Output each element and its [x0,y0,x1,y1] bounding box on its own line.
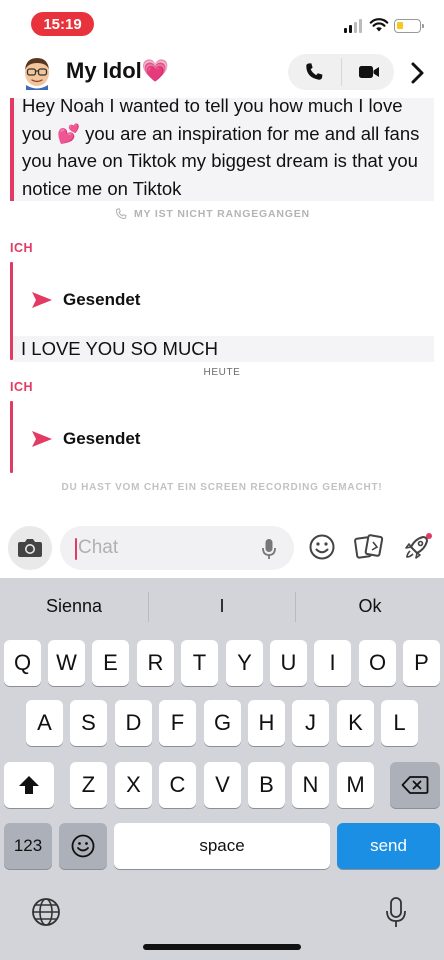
key-j[interactable]: J [292,700,329,746]
sender-label: ICH [10,380,34,394]
key-o[interactable]: O [359,640,396,686]
video-icon[interactable] [354,60,384,84]
key-i[interactable]: I [314,640,351,686]
key-e[interactable]: E [92,640,129,686]
wifi-icon [369,18,389,32]
send-key[interactable]: send [337,823,440,869]
key-w[interactable]: W [48,640,85,686]
key-q[interactable]: Q [4,640,41,686]
status-bar: 15:19 [0,0,444,48]
backspace-icon [401,776,429,794]
chevron-right-icon[interactable] [407,60,427,86]
sent-status[interactable]: Gesendet [31,427,140,451]
message-text: Hey Noah I wanted to tell you how much I… [22,95,420,199]
emoji-keyboard-icon [71,834,95,858]
space-key[interactable]: space [114,823,330,869]
key-p[interactable]: P [403,640,440,686]
key-z[interactable]: Z [70,762,107,808]
suggestion-1[interactable]: Sienna [0,578,148,634]
key-v[interactable]: V [204,762,241,808]
key-f[interactable]: F [159,700,196,746]
key-k[interactable]: K [337,700,374,746]
shift-key[interactable] [4,762,54,808]
key-m[interactable]: M [337,762,374,808]
text-cursor [75,538,77,560]
missed-call-notice[interactable]: MY IST NICHT RANGEGANGEN [114,206,310,222]
key-r[interactable]: R [137,640,174,686]
sender-label: ICH [10,241,34,255]
shift-icon [19,776,39,794]
camera-icon [18,539,42,557]
key-h[interactable]: H [248,700,285,746]
key-a[interactable]: A [26,700,63,746]
battery-icon [394,19,424,33]
sent-status[interactable]: Gesendet [31,288,140,312]
missed-call-icon [115,208,127,220]
emoji-key[interactable] [59,823,107,869]
key-u[interactable]: U [270,640,307,686]
sender-bar [10,401,13,473]
cards-icon[interactable] [354,533,384,561]
screen-recording-notice: DU HAST VOM CHAT EIN SCREEN RECORDING GE… [61,482,383,493]
suggestion-3[interactable]: Ok [296,578,444,634]
missed-call-text: MY IST NICHT RANGEGANGEN [134,208,310,220]
sent-message[interactable]: I LOVE YOU SO MUCH [13,336,434,362]
camera-button[interactable] [8,526,52,570]
sent-status-label: Gesendet [63,290,141,309]
send-arrow-icon [32,292,52,308]
key-l[interactable]: L [381,700,418,746]
phone-icon[interactable] [300,60,328,84]
date-divider: HEUTE [203,367,241,378]
status-time[interactable]: 15:19 [31,12,94,36]
bitmoji-avatar[interactable] [20,54,54,90]
key-b[interactable]: B [248,762,285,808]
suggestion-bar: Sienna I Ok [0,578,444,634]
key-c[interactable]: C [159,762,196,808]
emoji-icon[interactable] [308,533,336,561]
received-message[interactable]: Hey Noah I wanted to tell you how much I… [10,95,434,201]
rocket-icon[interactable] [401,531,433,563]
globe-icon[interactable] [30,896,62,928]
backspace-key[interactable] [390,762,440,808]
numbers-key[interactable]: 123 [4,823,52,869]
key-s[interactable]: S [70,700,107,746]
chat-input[interactable] [78,526,248,570]
sent-status-label: Gesendet [63,429,141,448]
call-buttons [288,54,394,90]
contact-name[interactable]: My Idol💗 [66,58,169,84]
send-arrow-icon [32,431,52,447]
microphone-icon[interactable] [260,537,278,561]
chat-input-container[interactable] [60,526,294,570]
key-d[interactable]: D [115,700,152,746]
dictation-microphone-icon[interactable] [384,896,408,930]
key-g[interactable]: G [204,700,241,746]
key-n[interactable]: N [292,762,329,808]
key-t[interactable]: T [181,640,218,686]
home-indicator[interactable] [143,944,301,950]
cellular-signal-icon [344,19,364,33]
key-x[interactable]: X [115,762,152,808]
keyboard: Sienna I Ok Q W E R T Y U I O P A S D F … [0,578,444,960]
suggestion-2[interactable]: I [149,578,295,634]
chat-header: My Idol💗 [0,48,444,98]
key-y[interactable]: Y [226,640,263,686]
